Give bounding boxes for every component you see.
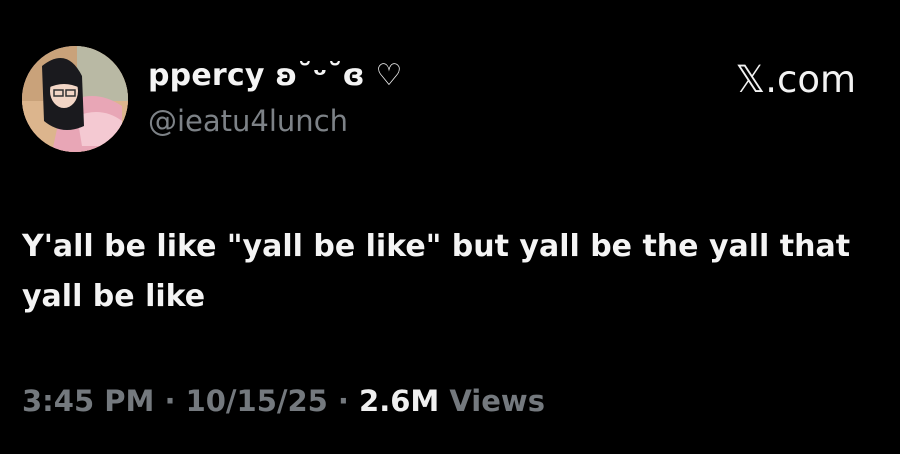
tweet-meta: 3:45 PM · 10/15/25 · 2.6M Views	[22, 384, 545, 418]
tweet-text: Y'all be like "yall be like" but yall be…	[22, 229, 851, 314]
tweet-date[interactable]: 10/15/25	[186, 384, 328, 418]
avatar-image	[22, 46, 128, 152]
tweet-card: ppercy ʚ˘ᵕ˘ɞ ♡ @ieatu4lunch 𝕏.com Y'all …	[0, 0, 900, 454]
author-handle[interactable]: @ieatu4lunch	[148, 104, 348, 138]
x-logo-text: 𝕏.com	[735, 58, 856, 101]
author-display-name[interactable]: ppercy ʚ˘ᵕ˘ɞ ♡	[148, 58, 403, 93]
views-label: Views	[439, 384, 545, 418]
meta-separator: ·	[327, 384, 360, 418]
meta-separator: ·	[154, 384, 186, 418]
avatar[interactable]	[22, 46, 128, 152]
tweet-time[interactable]: 3:45 PM	[22, 384, 154, 418]
views-count[interactable]: 2.6M	[359, 384, 439, 418]
